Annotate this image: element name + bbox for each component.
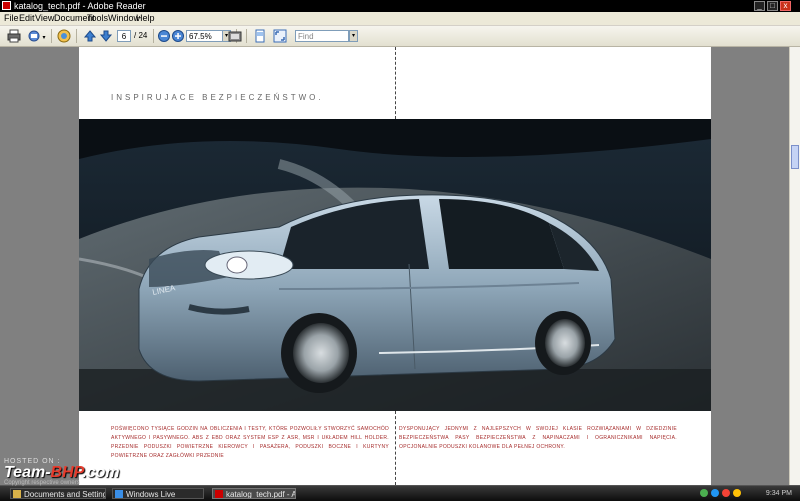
page-total: / 24 bbox=[134, 31, 148, 40]
page-fold-line bbox=[395, 47, 396, 119]
toolbar-separator bbox=[76, 29, 77, 43]
folder-icon bbox=[13, 490, 21, 498]
minimize-button[interactable]: _ bbox=[754, 1, 765, 11]
close-button[interactable]: x bbox=[780, 1, 791, 11]
collaborate-icon[interactable] bbox=[57, 29, 71, 43]
scrollbar-thumb[interactable] bbox=[791, 145, 799, 169]
menu-help[interactable]: Help bbox=[136, 12, 155, 25]
taskbar-item-label: Windows Live bbox=[126, 490, 176, 499]
pdf-page-spread: INSPIRUJACE BEZPIECZEŃSTWO. LINEA POŚWIĘ… bbox=[79, 47, 711, 485]
zoom-level-input[interactable]: 67.5% bbox=[186, 30, 223, 42]
vertical-scrollbar[interactable] bbox=[789, 47, 800, 485]
email-dropdown-icon[interactable]: ▾ bbox=[41, 33, 47, 41]
menu-view[interactable]: View bbox=[35, 12, 54, 25]
toolbar-separator bbox=[246, 29, 247, 43]
menu-file[interactable]: File bbox=[4, 12, 19, 25]
messenger-icon bbox=[115, 490, 123, 498]
security-icon[interactable] bbox=[722, 489, 730, 497]
volume-icon[interactable] bbox=[711, 489, 719, 497]
find-input[interactable]: Find bbox=[295, 30, 349, 42]
fit-page-icon[interactable] bbox=[253, 29, 267, 43]
print-icon[interactable] bbox=[7, 29, 21, 43]
car-photo: LINEA bbox=[79, 119, 711, 411]
document-viewport[interactable]: INSPIRUJACE BEZPIECZEŃSTWO. LINEA POŚWIĘ… bbox=[0, 47, 789, 485]
zoom-out-icon[interactable] bbox=[157, 29, 171, 43]
find-dropdown-icon[interactable]: ▾ bbox=[349, 30, 358, 42]
toolbar-separator bbox=[153, 29, 154, 43]
taskbar-clock[interactable]: 9:34 PM bbox=[766, 488, 792, 499]
system-tray: 9:34 PM bbox=[700, 488, 798, 499]
pdf-icon bbox=[215, 490, 223, 498]
taskbar-item-messenger[interactable]: Windows Live bbox=[112, 488, 204, 499]
toolbar: ▾ 6 / 24 67.5% ▾ Find ▾ bbox=[0, 26, 800, 47]
taskbar-item-label: katalog_tech.pdf - Ad... bbox=[226, 490, 295, 499]
title-bar: katalog_tech.pdf - Adobe Reader _ □ x bbox=[0, 0, 800, 12]
email-icon[interactable] bbox=[28, 29, 42, 43]
network-icon[interactable] bbox=[700, 489, 708, 497]
page-heading: INSPIRUJACE BEZPIECZEŃSTWO. bbox=[111, 93, 324, 102]
taskbar: Documents and Settings Windows Live kata… bbox=[0, 485, 800, 501]
menu-edit[interactable]: Edit bbox=[19, 12, 35, 25]
taskbar-item-adobe-reader[interactable]: katalog_tech.pdf - Ad... bbox=[212, 488, 296, 499]
maximize-button[interactable]: □ bbox=[767, 1, 778, 11]
menu-bar: File Edit View Document Tools Window Hel… bbox=[0, 12, 800, 26]
watermark-brand-part: Team- bbox=[4, 464, 51, 481]
zoom-in-icon[interactable] bbox=[171, 29, 185, 43]
toolbar-separator bbox=[51, 29, 52, 43]
window-title: katalog_tech.pdf - Adobe Reader bbox=[14, 1, 146, 11]
page-number-input[interactable]: 6 bbox=[117, 30, 131, 42]
previous-page-icon[interactable] bbox=[83, 29, 97, 43]
adobe-reader-icon bbox=[2, 1, 11, 10]
watermark-logo: HOSTED ON : Team-BHP.com Copyright respe… bbox=[4, 458, 120, 486]
watermark-brand-part: .com bbox=[82, 464, 120, 481]
update-icon[interactable] bbox=[733, 489, 741, 497]
next-page-icon[interactable] bbox=[99, 29, 113, 43]
taskbar-item-label: Documents and Settings bbox=[24, 490, 106, 499]
right-page-text: DYSPONUJĄCY JEDNYMI Z NAJLEPSZYCH W SWOJ… bbox=[399, 426, 677, 450]
snapshot-icon[interactable] bbox=[228, 29, 242, 43]
watermark-brand-part: BHP bbox=[50, 464, 83, 481]
left-page-text: POŚWIĘCONO TYSIĄCE GODZIN NA OBLICZENIA … bbox=[111, 426, 389, 459]
full-screen-icon[interactable] bbox=[273, 29, 287, 43]
menu-tools[interactable]: Tools bbox=[87, 12, 108, 25]
taskbar-item-documents[interactable]: Documents and Settings bbox=[10, 488, 106, 499]
page-fold-line bbox=[395, 411, 396, 485]
